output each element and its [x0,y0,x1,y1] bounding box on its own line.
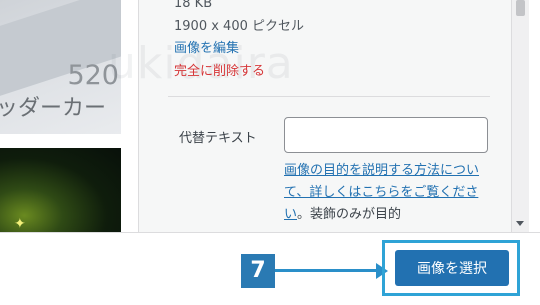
alt-text-label: 代替テキスト [179,131,257,146]
alt-text-help-rest: 。装飾のみが目的 [297,207,402,222]
divider [168,96,490,97]
media-thumbnail[interactable]: 520 ッダーカー [0,0,121,134]
scrollbar-thumb[interactable] [516,0,525,16]
alt-text-help: 画像の目的を説明する方法について、詳しくはこちらをご覧ください。装飾のみが目的 [284,160,484,226]
alt-text-input[interactable] [284,117,488,153]
media-grid: 520 ッダーカー ✦ [0,0,126,232]
media-thumbnail[interactable]: ✦ [0,148,121,232]
scroll-down-arrow-icon[interactable] [516,221,524,226]
image-dimensions: 1900 x 400 ピクセル [174,19,304,34]
right-edge [529,0,540,232]
annotation-arrow-line [275,269,379,272]
details-scrollbar[interactable] [511,0,529,232]
sparkle-icon: ✦ [14,216,26,232]
step-number-badge: 7 [241,254,275,288]
select-image-button[interactable]: 画像を選択 [395,250,509,286]
thumbnail-caption-text: ッダーカー [0,96,107,121]
edit-image-link[interactable]: 画像を編集 [174,37,239,56]
file-size: 18 KB [174,0,213,11]
delete-permanently-link[interactable]: 完全に削除する [174,60,265,79]
